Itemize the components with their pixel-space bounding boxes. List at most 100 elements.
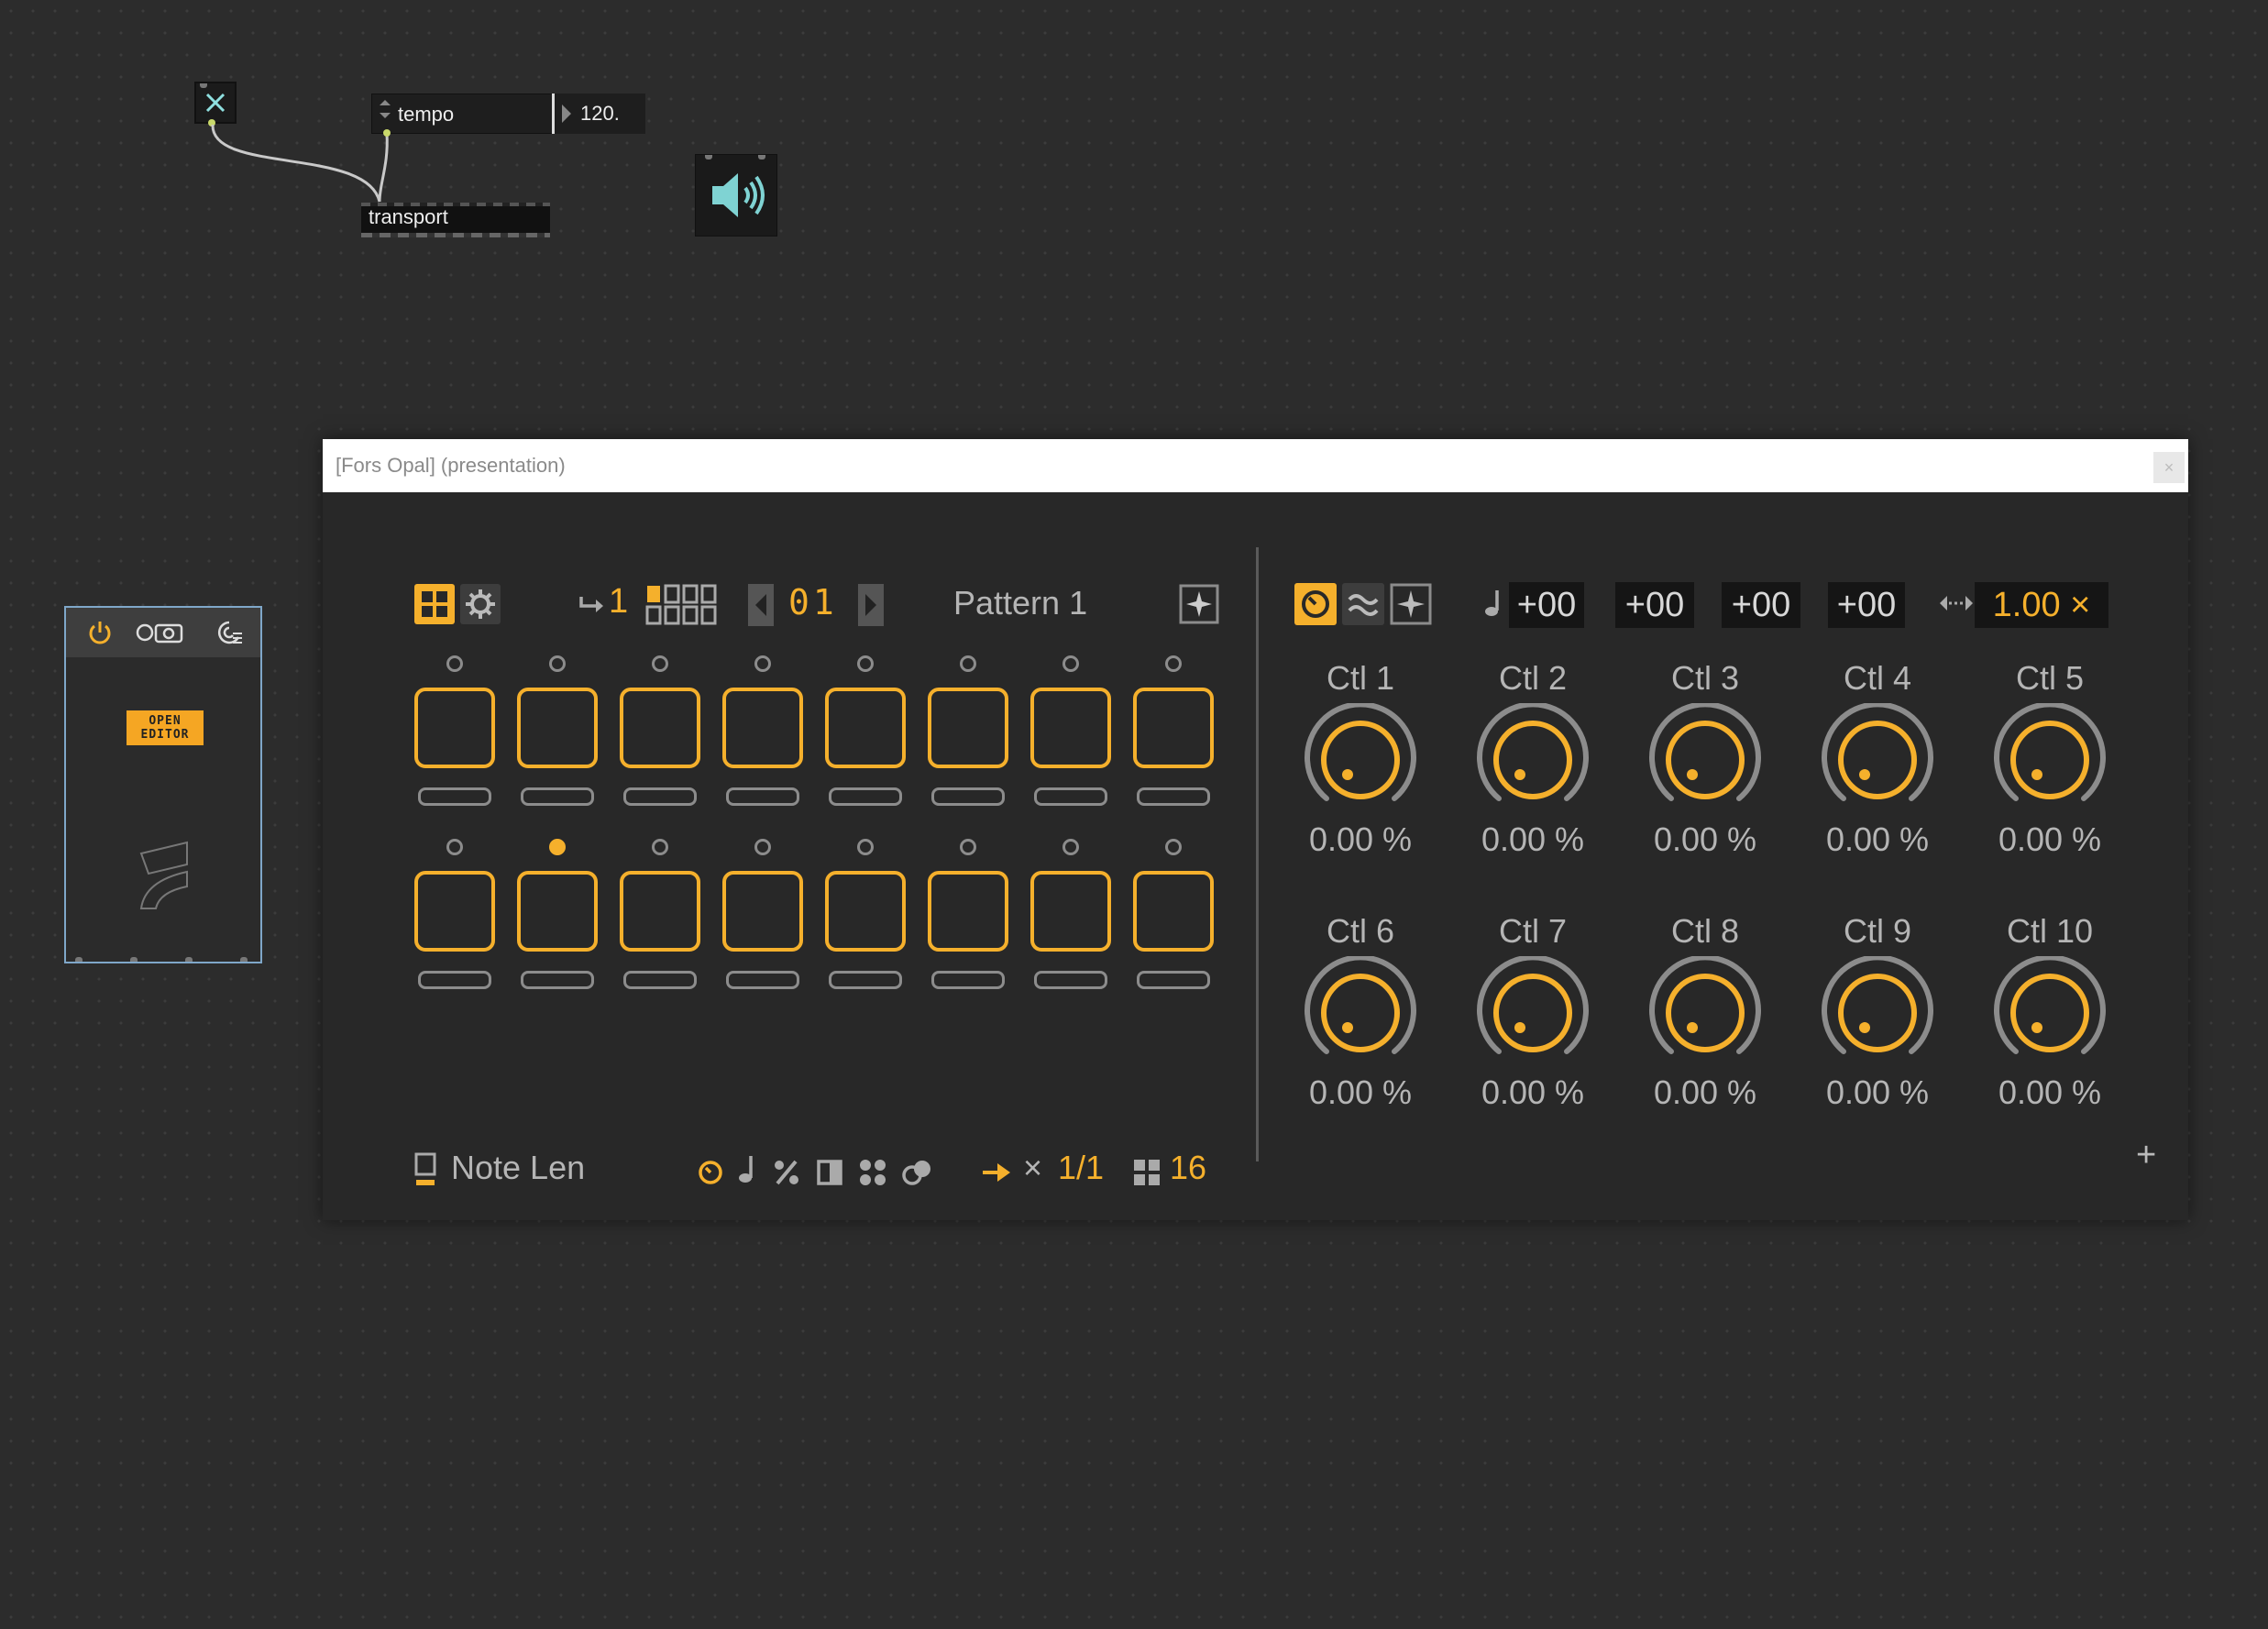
tempo-message[interactable]: tempo [371,94,553,137]
step-pad[interactable] [517,871,598,952]
outlet[interactable] [75,957,83,962]
param-label[interactable]: Note Len [451,1149,585,1187]
open-editor-button[interactable]: OPEN EDITOR [127,710,204,745]
step-value-bar[interactable] [931,971,1005,989]
step-pad[interactable] [414,871,495,952]
pattern-name[interactable]: Pattern 1 [953,584,1087,622]
knob-dial[interactable] [1990,956,2109,1072]
close-button[interactable]: × [2153,452,2185,483]
window-titlebar[interactable]: [Fors Opal] (presentation) × [323,439,2188,492]
rate-value[interactable]: 1/1 [1058,1149,1104,1187]
knob-control[interactable]: Ctl 6 0.00 % [1274,912,1447,1112]
add-button[interactable]: + [2136,1136,2156,1175]
step-pad[interactable] [1030,871,1111,952]
map-icon[interactable] [215,619,246,646]
step-pad[interactable] [722,688,803,768]
settings-gear-icon[interactable] [460,584,501,624]
wave-mode-icon[interactable] [1342,583,1384,625]
note-length-param-icon[interactable] [413,1152,438,1191]
transpose-3[interactable]: +00 [1722,582,1800,628]
knob-control[interactable]: Ctl 8 0.00 % [1619,912,1791,1112]
knob-dial[interactable] [1990,703,2109,819]
snapshot-camera-icon[interactable] [136,619,187,646]
step-pad[interactable] [928,688,1008,768]
prev-pattern-button[interactable] [748,584,774,626]
speaker-object[interactable] [695,154,777,237]
knob-control[interactable]: Ctl 1 0.00 % [1274,659,1447,859]
step-pad[interactable] [928,871,1008,952]
timing-dial-icon[interactable] [697,1159,724,1186]
step-pad[interactable] [517,688,598,768]
speed-multiplier[interactable]: 1.00 × [1975,582,2108,628]
outlet[interactable] [240,957,248,962]
step-value-bar[interactable] [623,971,697,989]
grid-view-icon[interactable] [414,584,455,624]
step-pad[interactable] [1133,688,1214,768]
knob-control[interactable]: Ctl 2 0.00 % [1447,659,1619,859]
step-pad[interactable] [825,871,906,952]
step-value-bar[interactable] [829,787,902,806]
step-value-bar[interactable] [623,787,697,806]
knob-control[interactable]: Ctl 4 0.00 % [1791,659,1964,859]
knob-dial[interactable] [1818,703,1937,819]
step-value-bar[interactable] [521,971,594,989]
direction-arrow-icon[interactable] [981,1159,1012,1186]
step-pad[interactable] [722,871,803,952]
number-value: 120. [580,102,620,125]
step-pad[interactable] [825,688,906,768]
step-pad[interactable] [1133,871,1214,952]
knob-control[interactable]: Ctl 3 0.00 % [1619,659,1791,859]
crosshair-mode-icon[interactable] [1390,583,1432,625]
knob-dial[interactable] [1473,956,1592,1072]
step-pad[interactable] [620,688,700,768]
step-pad[interactable] [620,871,700,952]
step-value-bar[interactable] [521,787,594,806]
transport-object[interactable]: transport [361,203,550,237]
param-select-icon[interactable] [413,1590,438,1629]
transpose-2[interactable]: +00 [1615,582,1694,628]
transpose-1[interactable]: +00 [1509,582,1584,628]
dots-grid-icon[interactable] [858,1158,887,1187]
step-value-bar[interactable] [418,971,491,989]
knob-control[interactable]: Ctl 7 0.00 % [1447,912,1619,1112]
half-square-icon[interactable] [816,1159,843,1186]
step-value-bar[interactable] [1137,971,1210,989]
presentation-window[interactable]: [Fors Opal] (presentation) × 1 01 Patter… [323,439,2188,1220]
step-value-bar[interactable] [1137,787,1210,806]
knob-dial[interactable] [1301,956,1420,1072]
next-pattern-button[interactable] [858,584,884,626]
outlet[interactable] [130,957,138,962]
pattern-bank-icon[interactable] [645,584,719,626]
knob-control[interactable]: Ctl 10 0.00 % [1964,912,2136,1112]
outlet[interactable] [185,957,193,962]
knob-dial[interactable] [1818,956,1937,1072]
pattern-number[interactable]: 01 [788,582,838,622]
step-value-bar[interactable] [418,787,491,806]
sparkle-randomize-icon[interactable] [1179,584,1219,624]
tempo-mode-icon[interactable] [1294,583,1337,625]
outlet[interactable] [383,129,391,137]
probability-percent-icon[interactable] [772,1158,801,1187]
knob-dial[interactable] [1646,956,1765,1072]
loop-count[interactable]: 1 [609,582,628,622]
knob-dial[interactable] [1473,703,1592,819]
step-value-bar[interactable] [1034,787,1107,806]
step-value-bar[interactable] [726,971,799,989]
steps-count[interactable]: 16 [1170,1149,1206,1187]
transpose-4[interactable]: +00 [1828,582,1905,628]
step-value-bar[interactable] [726,787,799,806]
link-circles-icon[interactable] [902,1159,933,1186]
step-pad[interactable] [414,688,495,768]
knob-control[interactable]: Ctl 5 0.00 % [1964,659,2136,859]
power-icon[interactable] [86,619,114,646]
knob-dial[interactable] [1646,703,1765,819]
step-value-bar[interactable] [1034,971,1107,989]
knob-dial[interactable] [1301,703,1420,819]
knob-control[interactable]: Ctl 9 0.00 % [1791,912,1964,1112]
number-box[interactable]: 120. [552,94,645,134]
note-icon[interactable] [737,1154,757,1185]
step-value-bar[interactable] [931,787,1005,806]
device-card[interactable]: OPEN EDITOR [64,606,262,963]
step-value-bar[interactable] [829,971,902,989]
step-pad[interactable] [1030,688,1111,768]
